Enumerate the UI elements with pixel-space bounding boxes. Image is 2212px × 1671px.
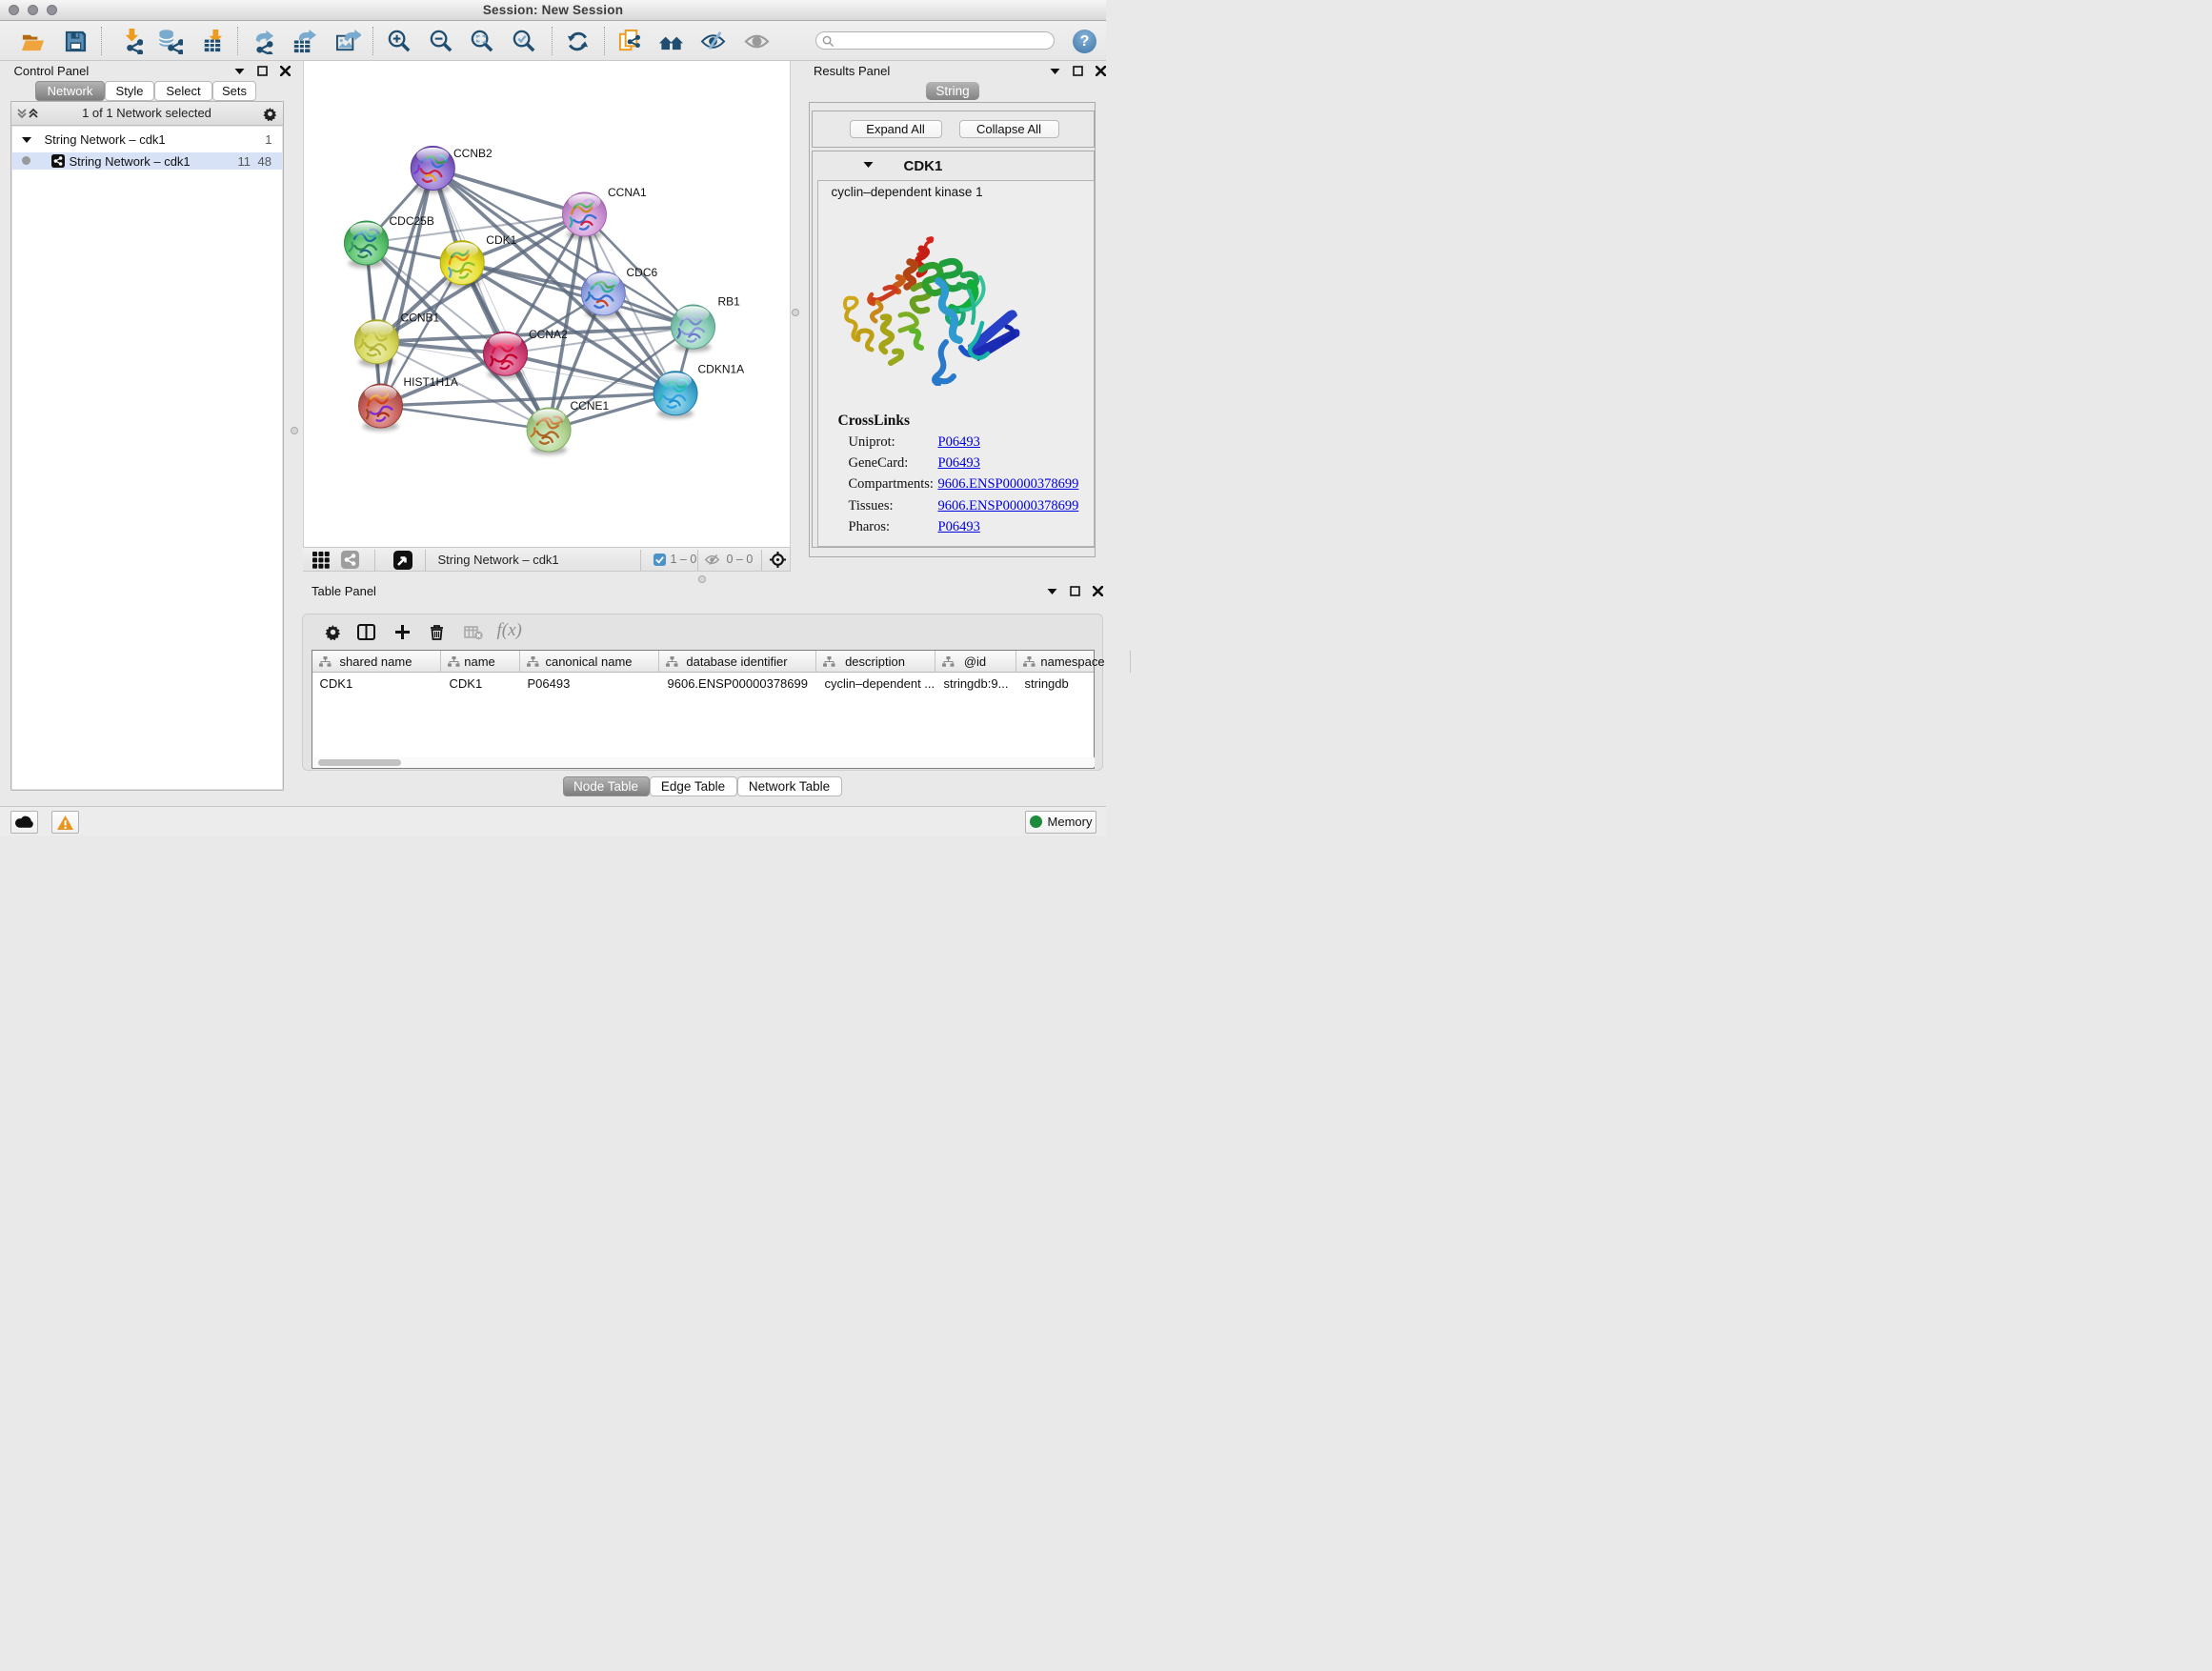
- svg-text:CDK1: CDK1: [486, 233, 516, 247]
- svg-text:CCNE1: CCNE1: [570, 399, 609, 413]
- svg-text:CDC25B: CDC25B: [389, 214, 433, 228]
- svg-text:HIST1H1A: HIST1H1A: [403, 375, 457, 389]
- svg-text:CDC6: CDC6: [626, 266, 657, 279]
- svg-text:CCNB1: CCNB1: [400, 312, 439, 325]
- svg-text:CCNA2: CCNA2: [529, 328, 568, 341]
- svg-text:CCNB2: CCNB2: [453, 147, 493, 160]
- svg-text:CDKN1A: CDKN1A: [697, 363, 744, 376]
- svg-text:CCNA1: CCNA1: [608, 186, 647, 199]
- svg-text:RB1: RB1: [717, 295, 740, 309]
